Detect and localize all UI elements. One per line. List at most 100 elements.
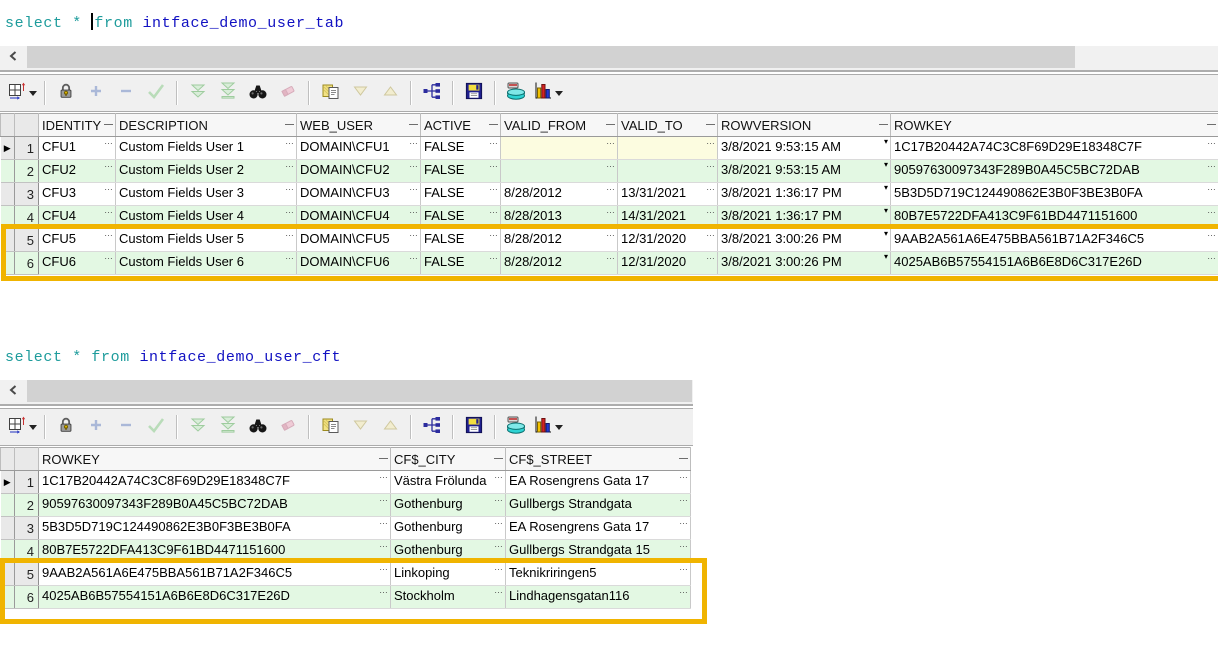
cell-ellipsis-button[interactable]: …	[285, 183, 294, 193]
cell-ellipsis-button[interactable]: …	[494, 586, 503, 596]
grid-cell[interactable]: CFU2…	[39, 160, 116, 183]
grid-row-4[interactable]: 480B7E5722DFA413C9F61BD4471151600…Gothen…	[1, 540, 691, 563]
cell-ellipsis-button[interactable]: …	[379, 563, 388, 573]
grid-cell[interactable]: Custom Fields User 6…	[116, 252, 297, 275]
grid-cell[interactable]: CFU3…	[39, 183, 116, 206]
cell-ellipsis-button[interactable]: …	[679, 471, 688, 481]
cell-ellipsis-button[interactable]: …	[606, 160, 615, 170]
grid-cell[interactable]: CFU4…	[39, 206, 116, 229]
cell-ellipsis-button[interactable]: …	[379, 586, 388, 596]
cell-dropdown-button[interactable]: ▾	[884, 252, 888, 262]
chart-button[interactable]	[531, 413, 565, 441]
row-number[interactable]: 1	[15, 471, 39, 494]
cell-ellipsis-button[interactable]: …	[489, 137, 498, 147]
column-resize-grip[interactable]	[879, 124, 888, 125]
cell-ellipsis-button[interactable]: …	[494, 563, 503, 573]
cell-ellipsis-button[interactable]: …	[706, 160, 715, 170]
grid-cell[interactable]: 3/8/2021 9:53:15 AM▾	[718, 137, 891, 160]
cell-ellipsis-button[interactable]: …	[379, 494, 388, 504]
grid-cell[interactable]: Västra Frölunda…	[391, 471, 506, 494]
column-resize-grip[interactable]	[679, 458, 688, 459]
grid-cell[interactable]: 8/28/2012…	[501, 229, 618, 252]
cell-ellipsis-button[interactable]: …	[379, 540, 388, 550]
cell-ellipsis-button[interactable]: …	[679, 563, 688, 573]
grid-cell[interactable]: …	[501, 137, 618, 160]
grid-cell[interactable]: 12/31/2020…	[618, 229, 718, 252]
cell-ellipsis-button[interactable]: …	[285, 252, 294, 262]
cell-ellipsis-button[interactable]: …	[409, 252, 418, 262]
grid-row-6[interactable]: 6CFU6…Custom Fields User 6…DOMAIN\CFU6…F…	[1, 252, 1218, 275]
column-resize-grip[interactable]	[706, 124, 715, 125]
grid-cell[interactable]: 9AAB2A561A6E475BBA561B71A2F346C5…	[39, 563, 391, 586]
cell-ellipsis-button[interactable]: …	[104, 160, 113, 170]
grid-row-3[interactable]: 35B3D5D719C124490862E3B0F3BE3B0FA…Gothen…	[1, 517, 691, 540]
grid-cell[interactable]: Stockholm…	[391, 586, 506, 609]
grid-row-5[interactable]: 59AAB2A561A6E475BBA561B71A2F346C5…Linkop…	[1, 563, 691, 586]
grid-cell[interactable]: Custom Fields User 3…	[116, 183, 297, 206]
row-number[interactable]: 6	[15, 252, 39, 275]
cell-ellipsis-button[interactable]: …	[606, 183, 615, 193]
grid-view-button[interactable]	[6, 413, 39, 441]
export-data-button[interactable]	[501, 79, 531, 107]
column-header-valid-to[interactable]: VALID_TO	[618, 114, 718, 137]
find-button[interactable]	[243, 413, 273, 441]
row-number[interactable]: 2	[15, 494, 39, 517]
column-resize-grip[interactable]	[606, 124, 615, 125]
grid-row-2[interactable]: 290597630097343F289B0A45C5BC72DAB…Gothen…	[1, 494, 691, 517]
cell-ellipsis-button[interactable]: …	[1207, 183, 1216, 193]
grid-cell[interactable]: 13/31/2021…	[618, 183, 718, 206]
cell-ellipsis-button[interactable]: …	[379, 517, 388, 527]
grid-row-2[interactable]: 2CFU2…Custom Fields User 2…DOMAIN\CFU2…F…	[1, 160, 1218, 183]
grid-cell[interactable]: 3/8/2021 3:00:26 PM▾	[718, 252, 891, 275]
row-number[interactable]: 4	[15, 540, 39, 563]
grid-cell[interactable]: FALSE…	[421, 229, 501, 252]
grid-cell[interactable]: 12/31/2020…	[618, 252, 718, 275]
row-number[interactable]: 3	[15, 183, 39, 206]
cell-ellipsis-button[interactable]: …	[489, 206, 498, 216]
column-header-rowkey[interactable]: ROWKEY	[891, 114, 1218, 137]
sql-editor-line[interactable]: select * from intface_demo_user_tab	[5, 13, 344, 32]
row-number[interactable]: 2	[15, 160, 39, 183]
cell-ellipsis-button[interactable]: …	[606, 206, 615, 216]
dropdown-arrow-icon[interactable]	[29, 91, 37, 96]
cell-ellipsis-button[interactable]: …	[706, 206, 715, 216]
column-header-active[interactable]: ACTIVE	[421, 114, 501, 137]
row-number[interactable]: 6	[15, 586, 39, 609]
grid-cell[interactable]: Custom Fields User 1…	[116, 137, 297, 160]
cell-ellipsis-button[interactable]: …	[104, 229, 113, 239]
cell-dropdown-button[interactable]: ▾	[884, 229, 888, 239]
grid-cell[interactable]: Linkoping…	[391, 563, 506, 586]
grid-cell[interactable]: 5B3D5D719C124490862E3B0F3BE3B0FA…	[891, 183, 1218, 206]
cell-ellipsis-button[interactable]: …	[104, 183, 113, 193]
grid-cell[interactable]: 8/28/2013…	[501, 206, 618, 229]
dropdown-arrow-icon[interactable]	[555, 91, 563, 96]
grid-cell[interactable]: 3/8/2021 9:53:15 AM▾	[718, 160, 891, 183]
grid-cell[interactable]: DOMAIN\CFU2…	[297, 160, 421, 183]
cell-ellipsis-button[interactable]: …	[706, 183, 715, 193]
grid-cell[interactable]: Gullbergs Strandgata 15…	[506, 540, 691, 563]
cell-ellipsis-button[interactable]: …	[1207, 206, 1216, 216]
cell-ellipsis-button[interactable]: …	[409, 183, 418, 193]
cell-dropdown-button[interactable]: ▾	[884, 160, 888, 170]
cell-ellipsis-button[interactable]: …	[679, 586, 688, 596]
column-resize-grip[interactable]	[1207, 124, 1216, 125]
grid-cell[interactable]: …	[618, 137, 718, 160]
cell-dropdown-button[interactable]: ▾	[884, 206, 888, 216]
row-number[interactable]: 1	[15, 137, 39, 160]
grid-cell[interactable]: 14/31/2021…	[618, 206, 718, 229]
column-header-valid-from[interactable]: VALID_FROM	[501, 114, 618, 137]
lock-button[interactable]	[51, 79, 81, 107]
cell-ellipsis-button[interactable]: …	[285, 229, 294, 239]
grid-cell[interactable]: 80B7E5722DFA413C9F61BD4471151600…	[39, 540, 391, 563]
cell-ellipsis-button[interactable]: …	[489, 183, 498, 193]
grid-cell[interactable]: FALSE…	[421, 252, 501, 275]
grid-cell[interactable]: 90597630097343F289B0A45C5BC72DAB…	[39, 494, 391, 517]
grid-cell[interactable]: EA Rosengrens Gata 17…	[506, 471, 691, 494]
column-header-cf-street[interactable]: CF$_STREET	[506, 448, 691, 471]
grid-cell[interactable]: DOMAIN\CFU5…	[297, 229, 421, 252]
horizontal-scrollbar[interactable]	[0, 46, 1218, 72]
cell-ellipsis-button[interactable]: …	[606, 252, 615, 262]
grid-cell[interactable]: 1C17B20442A74C3C8F69D29E18348C7F…	[891, 137, 1218, 160]
cell-ellipsis-button[interactable]: …	[409, 229, 418, 239]
grid-cell[interactable]: DOMAIN\CFU4…	[297, 206, 421, 229]
